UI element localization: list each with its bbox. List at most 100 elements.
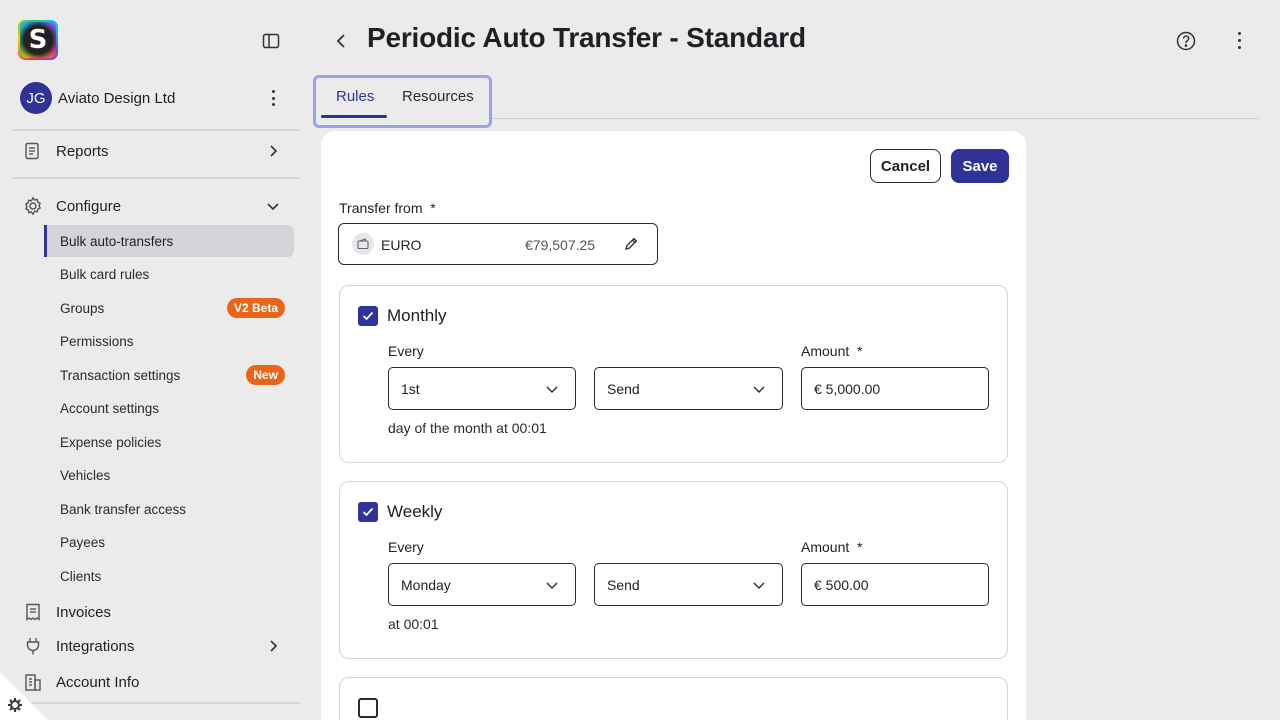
back-arrow-icon[interactable] (333, 32, 349, 50)
transfer-from-label: Transfer from * (339, 200, 436, 216)
source-account-selector[interactable]: EURO €79,507.25 (338, 223, 658, 265)
select-value: 1st (401, 380, 420, 397)
chevron-down-icon (546, 386, 558, 394)
every-label: Every (388, 343, 424, 359)
nav-integrations[interactable]: Integrations (22, 632, 292, 660)
check-icon (362, 311, 374, 321)
monthly-checkbox[interactable] (358, 306, 378, 326)
day-of-month-select[interactable]: 1st (388, 367, 576, 410)
save-button[interactable]: Save (951, 149, 1009, 183)
nav-reports-label: Reports (56, 142, 109, 160)
avatar: JG (20, 82, 52, 114)
sidebar-item-bulk-auto-transfers[interactable]: Bulk auto-transfers (44, 225, 294, 257)
sidebar-item-label: Account settings (60, 400, 160, 416)
nav-configure-label: Configure (56, 197, 122, 215)
rule-partial (339, 677, 1008, 720)
tab-resources[interactable]: Resources (402, 88, 474, 105)
gear-icon (22, 195, 44, 217)
sidebar: S JG Aviato Design Ltd Reports Configure… (0, 0, 300, 720)
amount-label: Amount * (801, 539, 862, 555)
sidebar-item-label: Groups (60, 300, 105, 316)
amount-value: € 500.00 (814, 576, 869, 593)
amount-label: Amount * (801, 343, 862, 359)
help-icon[interactable] (1176, 31, 1196, 51)
divider (12, 702, 300, 704)
divider (12, 129, 300, 131)
active-tab-indicator (321, 115, 387, 118)
nav-integrations-label: Integrations (56, 637, 135, 655)
every-label: Every (388, 539, 424, 555)
app-logo-letter: S (20, 22, 56, 58)
amount-input[interactable]: € 5,000.00 (801, 367, 989, 410)
action-select[interactable]: Send (594, 563, 783, 606)
amount-label-text: Amount (801, 539, 850, 555)
sidebar-item-label: Transaction settings (60, 367, 181, 383)
nav-reports[interactable]: Reports (22, 137, 292, 165)
required-mark: * (857, 343, 863, 359)
tabs-divider (492, 118, 1259, 119)
rules-form-card: Cancel Save Transfer from * EURO €79,507… (321, 131, 1026, 720)
sidebar-item-transaction-settings[interactable]: Transaction settings New (44, 359, 294, 391)
amount-value: € 5,000.00 (814, 380, 881, 397)
rule-monthly: Monthly Every Amount * 1st Send € 5,000.… (339, 285, 1008, 463)
day-of-week-select[interactable]: Monday (388, 563, 576, 606)
select-value: Send (607, 576, 640, 593)
chevron-down-icon (267, 203, 279, 211)
app-logo[interactable]: S (18, 20, 58, 60)
plug-icon (22, 635, 44, 657)
sidebar-item-label: Vehicles (60, 467, 111, 483)
more-options-icon[interactable] (1236, 32, 1242, 49)
source-account-name: EURO (381, 237, 422, 253)
transfer-from-text: Transfer from (339, 200, 423, 216)
sidebar-item-bank-transfer-access[interactable]: Bank transfer access (44, 493, 294, 525)
chevron-down-icon (546, 582, 558, 590)
sidebar-item-label: Expense policies (60, 434, 162, 450)
sidebar-item-expense-policies[interactable]: Expense policies (44, 426, 294, 458)
rule-title: Monthly (387, 306, 447, 325)
sidebar-item-clients[interactable]: Clients (44, 560, 294, 592)
chevron-down-icon (753, 582, 765, 590)
account-switcher[interactable]: JG Aviato Design Ltd (20, 82, 292, 114)
weekly-checkbox[interactable] (358, 502, 378, 522)
wallet-icon (352, 233, 374, 255)
select-value: Monday (401, 576, 451, 593)
sidebar-toggle-icon[interactable] (262, 32, 280, 50)
reports-icon (22, 140, 44, 162)
source-account-balance: €79,507.25 (525, 237, 596, 253)
chevron-right-icon (270, 145, 278, 157)
nav-invoices-label: Invoices (56, 603, 112, 621)
beta-badge: V2 Beta (226, 298, 285, 318)
page-title: Periodic Auto Transfer - Standard (367, 22, 806, 53)
rule-weekly: Weekly Every Amount * Monday Send € 500.… (339, 481, 1008, 659)
cancel-button[interactable]: Cancel (870, 149, 941, 183)
amount-input[interactable]: € 500.00 (801, 563, 989, 606)
action-select[interactable]: Send (594, 367, 783, 410)
sidebar-item-label: Permissions (60, 333, 134, 349)
settings-corner-icon[interactable] (0, 672, 48, 720)
sidebar-item-label: Bulk card rules (60, 266, 150, 282)
select-value: Send (607, 380, 640, 397)
sidebar-item-bulk-card-rules[interactable]: Bulk card rules (44, 258, 294, 290)
nav-invoices[interactable]: Invoices (22, 598, 292, 626)
nav-account-info-label: Account Info (56, 673, 140, 691)
rule-checkbox[interactable] (358, 698, 378, 718)
invoice-icon (22, 601, 44, 623)
tab-rules[interactable]: Rules (336, 88, 374, 105)
schedule-hint: at 00:01 (388, 616, 439, 632)
required-mark: * (857, 539, 863, 555)
sidebar-item-vehicles[interactable]: Vehicles (44, 459, 294, 491)
account-menu-icon[interactable] (270, 90, 276, 106)
schedule-hint: day of the month at 00:01 (388, 420, 547, 436)
chevron-down-icon (753, 386, 765, 394)
sidebar-item-account-settings[interactable]: Account settings (44, 392, 294, 424)
required-mark: * (430, 200, 436, 216)
edit-icon[interactable] (623, 236, 639, 252)
divider (12, 177, 300, 179)
sidebar-item-label: Bank transfer access (60, 501, 187, 517)
sidebar-item-groups[interactable]: Groups V2 Beta (44, 292, 294, 324)
sidebar-item-label: Payees (60, 534, 106, 550)
nav-configure[interactable]: Configure (22, 192, 292, 220)
sidebar-item-payees[interactable]: Payees (44, 526, 294, 558)
sidebar-item-permissions[interactable]: Permissions (44, 325, 294, 357)
nav-account-info[interactable]: Account Info (22, 668, 292, 696)
